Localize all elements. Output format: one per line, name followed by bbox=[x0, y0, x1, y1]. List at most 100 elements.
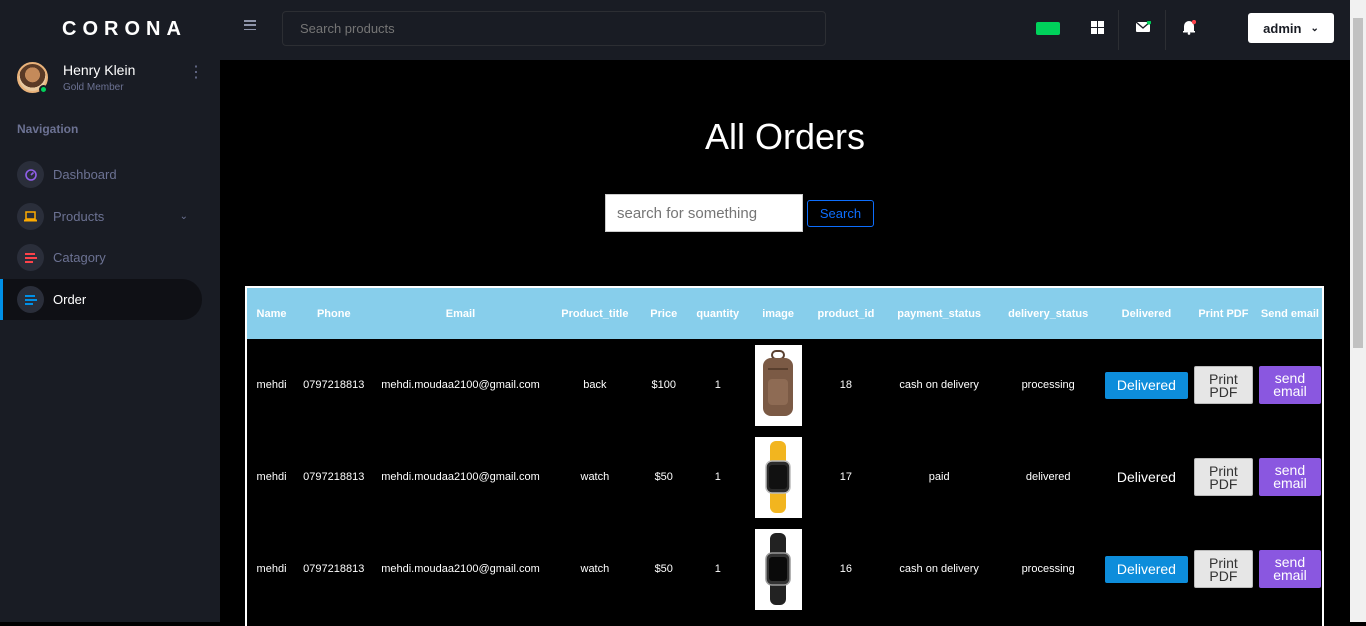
cell-price: $50 bbox=[654, 563, 673, 575]
black-watch-image bbox=[754, 528, 802, 610]
nav-heading: Navigation bbox=[17, 122, 79, 136]
backpack-image bbox=[754, 344, 802, 426]
cell-product-id: 18 bbox=[839, 379, 853, 391]
column-header: Print PDF bbox=[1198, 307, 1249, 320]
cell-name: mehdi bbox=[256, 379, 287, 391]
sidebar-item-dashboard[interactable]: Dashboard bbox=[0, 154, 202, 195]
cell-send-email: send email bbox=[1256, 339, 1322, 431]
online-status-dot bbox=[39, 85, 48, 94]
user-dropdown[interactable]: admin ⌄ bbox=[1248, 13, 1334, 43]
cell-send-email: send email bbox=[1256, 523, 1322, 615]
brand-logo[interactable]: CORONA bbox=[62, 18, 187, 41]
delivered-text: Delivered bbox=[1116, 469, 1176, 485]
scrollbar[interactable] bbox=[1350, 0, 1366, 622]
main-content: All Orders Search Name Phone Email Produ… bbox=[220, 60, 1350, 626]
order-search-input[interactable] bbox=[605, 194, 803, 232]
cell-product-title: back bbox=[583, 379, 607, 391]
cell-quantity: 1 bbox=[714, 471, 721, 483]
send-email-button[interactable]: send email bbox=[1258, 550, 1321, 588]
cell-name: mehdi bbox=[256, 563, 287, 575]
table-row: mehdi 0797218813 mehdi.moudaa2100@gmail.… bbox=[247, 431, 1322, 523]
chevron-down-icon: ⌄ bbox=[179, 211, 188, 222]
divider bbox=[1118, 10, 1119, 50]
cell-price: $100 bbox=[651, 379, 676, 391]
cell-payment-status: cash on delivery bbox=[899, 379, 979, 391]
cell-payment-status: paid bbox=[928, 471, 950, 483]
cell-image bbox=[748, 523, 808, 615]
cell-price: $50 bbox=[654, 471, 673, 483]
bell-icon[interactable] bbox=[1180, 18, 1198, 36]
sidebar-item-products[interactable]: Products ⌄ bbox=[0, 196, 202, 237]
cell-delivered: Delivered bbox=[1102, 339, 1191, 431]
profile-name: Henry Klein bbox=[63, 62, 136, 78]
column-header: image bbox=[762, 307, 794, 320]
topbar: admin ⌄ bbox=[220, 0, 1350, 60]
column-header: Delivered bbox=[1121, 307, 1172, 320]
send-email-button[interactable]: send email bbox=[1258, 458, 1321, 496]
column-header: Email bbox=[445, 307, 476, 320]
list-icon bbox=[17, 286, 44, 313]
cell-email: mehdi.moudaa2100@gmail.com bbox=[381, 379, 540, 391]
print-pdf-button[interactable]: Print PDF bbox=[1193, 366, 1253, 404]
page-title: All Orders bbox=[704, 116, 866, 157]
print-pdf-button[interactable]: Print PDF bbox=[1193, 458, 1253, 496]
delivered-button[interactable]: Delivered bbox=[1104, 371, 1188, 399]
orders-table: Name Phone Email Product_title Price qua… bbox=[245, 286, 1324, 626]
profile: Henry Klein Gold Member ⋮ bbox=[17, 62, 207, 96]
cell-product-id: 16 bbox=[839, 563, 853, 575]
column-header: Name bbox=[256, 307, 287, 320]
send-email-button[interactable]: send email bbox=[1258, 366, 1321, 404]
profile-role: Gold Member bbox=[63, 82, 124, 93]
table-row: mehdi 0797218813 mehdi.moudaa2100@gmail.… bbox=[247, 523, 1322, 615]
speedometer-icon bbox=[17, 161, 44, 188]
cell-delivery-status: delivered bbox=[1025, 471, 1071, 483]
table-row: mehdi 0797218813 mehdi.moudaa2100@gmail.… bbox=[247, 339, 1322, 431]
column-header: Send email bbox=[1260, 307, 1319, 320]
cell-product-id: 17 bbox=[839, 471, 853, 483]
search-button[interactable]: Search bbox=[807, 200, 874, 227]
cell-delivery-status: processing bbox=[1021, 379, 1075, 391]
column-header: payment_status bbox=[897, 307, 982, 320]
user-dropdown-label: admin bbox=[1263, 20, 1302, 36]
menu-icon[interactable] bbox=[244, 20, 256, 30]
cell-phone: 0797218813 bbox=[303, 379, 365, 391]
sidebar-item-catagory[interactable]: Catagory bbox=[0, 237, 202, 278]
cell-email: mehdi.moudaa2100@gmail.com bbox=[381, 563, 540, 575]
column-header: Phone bbox=[316, 307, 351, 320]
cell-image bbox=[748, 339, 808, 431]
cell-payment-status: cash on delivery bbox=[899, 563, 979, 575]
table-header-row: Name Phone Email Product_title Price qua… bbox=[247, 288, 1322, 339]
sidebar-item-order[interactable]: Order bbox=[0, 279, 202, 320]
cell-print-pdf: Print PDF bbox=[1191, 339, 1256, 431]
laptop-icon bbox=[17, 203, 44, 230]
cell-delivered: Delivered bbox=[1102, 431, 1191, 523]
cell-product-title: watch bbox=[580, 563, 610, 575]
list-icon bbox=[17, 244, 44, 271]
cell-quantity: 1 bbox=[714, 563, 721, 575]
column-header: delivery_status bbox=[1008, 307, 1089, 320]
column-header: quantity bbox=[696, 307, 740, 320]
scrollbar-thumb[interactable] bbox=[1353, 18, 1363, 348]
cell-print-pdf: Print PDF bbox=[1191, 431, 1256, 523]
column-header: product_id bbox=[817, 307, 875, 320]
search-input[interactable] bbox=[282, 11, 826, 46]
cell-delivery-status: processing bbox=[1021, 563, 1075, 575]
more-vertical-icon[interactable]: ⋮ bbox=[188, 65, 204, 81]
cell-print-pdf: Print PDF bbox=[1191, 523, 1256, 615]
create-button[interactable] bbox=[1036, 22, 1060, 35]
grid-icon[interactable] bbox=[1088, 18, 1106, 36]
print-pdf-button[interactable]: Print PDF bbox=[1193, 550, 1253, 588]
cell-phone: 0797218813 bbox=[303, 563, 365, 575]
column-header: Product_title bbox=[561, 307, 629, 320]
cell-send-email: send email bbox=[1256, 431, 1322, 523]
cell-name: mehdi bbox=[256, 471, 287, 483]
column-header: Price bbox=[650, 307, 678, 320]
divider bbox=[1165, 10, 1166, 50]
sidebar-item-label: Order bbox=[53, 292, 87, 307]
sidebar-item-label: Dashboard bbox=[53, 167, 117, 182]
cell-product-title: watch bbox=[580, 471, 610, 483]
mail-icon[interactable] bbox=[1134, 18, 1152, 36]
cell-email: mehdi.moudaa2100@gmail.com bbox=[381, 471, 540, 483]
delivered-button[interactable]: Delivered bbox=[1104, 555, 1188, 583]
sidebar-item-label: Products bbox=[53, 209, 105, 224]
